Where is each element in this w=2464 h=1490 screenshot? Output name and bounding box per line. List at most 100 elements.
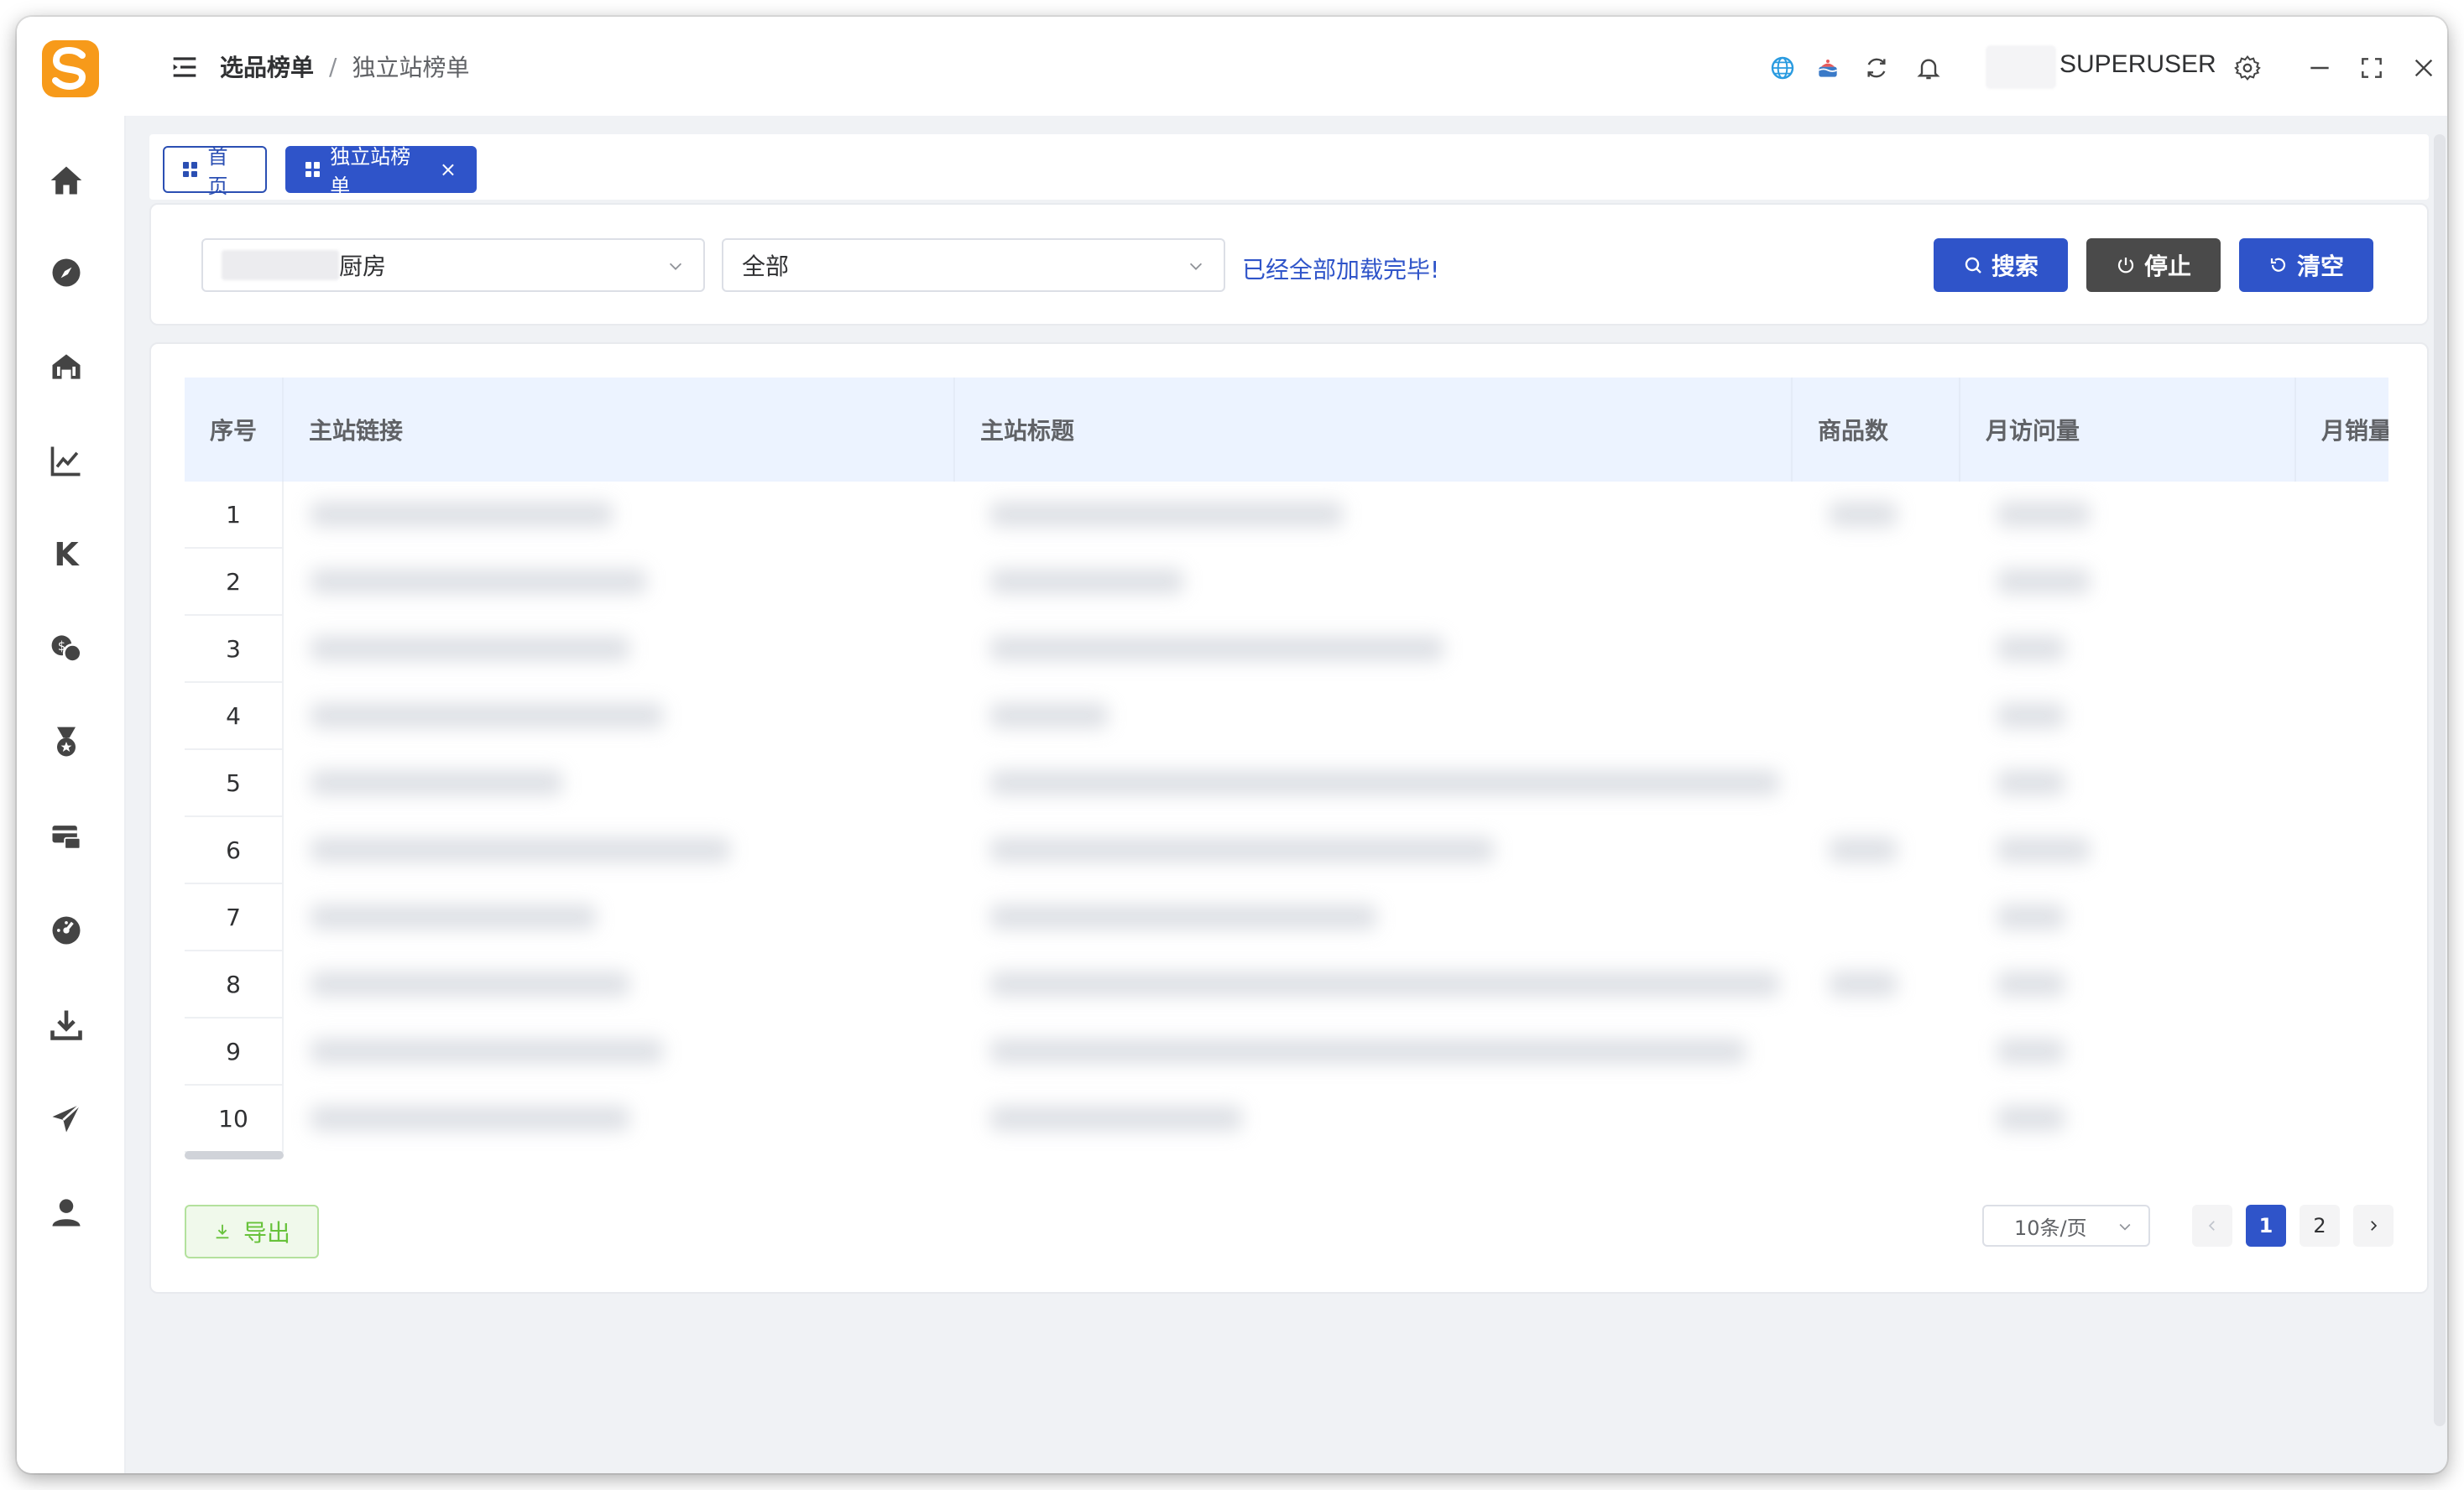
table-row[interactable]: 8 xyxy=(185,951,2388,1019)
breadcrumb-parent[interactable]: 选品榜单 xyxy=(220,49,314,83)
download-icon xyxy=(216,1224,229,1239)
prev-page-button[interactable] xyxy=(2192,1205,2232,1247)
blurred-cell xyxy=(1997,569,2090,594)
row-index: 8 xyxy=(185,951,284,1019)
chevron-left-icon xyxy=(2208,1221,2215,1231)
blurred-cell xyxy=(1997,904,2065,930)
table-row[interactable]: 2 xyxy=(185,549,2388,616)
grid-icon xyxy=(305,162,321,177)
close-icon[interactable] xyxy=(2405,49,2442,86)
blurred-cell xyxy=(990,569,1183,594)
bell-icon[interactable] xyxy=(1910,49,1947,86)
column-header-monthly-sales[interactable]: 月销量 xyxy=(2296,378,2388,482)
row-index: 4 xyxy=(185,683,284,750)
k-icon[interactable]: K xyxy=(45,534,87,576)
table-row[interactable]: 5 xyxy=(185,750,2388,817)
category-select[interactable]: 厨房 xyxy=(201,238,705,292)
send-icon[interactable] xyxy=(45,1097,87,1139)
row-index: 3 xyxy=(185,616,284,683)
scope-select[interactable]: 全部 xyxy=(722,238,1225,292)
compass-icon[interactable] xyxy=(45,252,87,294)
next-page-button[interactable] xyxy=(2353,1205,2394,1247)
settings-gear-icon[interactable] xyxy=(2229,49,2266,86)
grid-icon xyxy=(183,162,198,177)
search-button-label: 搜索 xyxy=(1991,253,2039,280)
page-button-2[interactable]: 2 xyxy=(2300,1205,2340,1247)
top-header: 选品榜单 / 独立站榜单 SUPERUSER xyxy=(124,17,2447,116)
blurred-cell xyxy=(1997,837,2090,862)
blurred-cell xyxy=(311,636,629,661)
medal-icon[interactable] xyxy=(45,722,87,763)
row-index: 7 xyxy=(185,884,284,951)
table-row[interactable]: 9 xyxy=(185,1019,2388,1086)
minimize-icon[interactable] xyxy=(2301,49,2338,86)
blurred-cell xyxy=(990,502,1343,527)
app-window: K $ 选品榜单 / 独立站榜单 SUPERUSER 首页 独立站榜单 × 厨房… xyxy=(17,17,2447,1473)
dashboard-icon[interactable] xyxy=(45,909,87,951)
clear-button[interactable]: 清空 xyxy=(2239,238,2373,292)
power-icon xyxy=(2117,258,2134,274)
blurred-cell xyxy=(1997,770,2065,795)
app-logo xyxy=(42,40,99,97)
tab-home[interactable]: 首页 xyxy=(163,145,267,198)
shop-icon[interactable] xyxy=(45,346,87,388)
export-button-label: 导出 xyxy=(243,1219,290,1247)
row-index: 1 xyxy=(185,482,284,549)
gift-cake-icon[interactable] xyxy=(1809,49,1846,86)
breadcrumb-current: 独立站榜单 xyxy=(352,54,470,81)
load-status-message: 已经全部加载完毕! xyxy=(1242,256,1440,284)
blurred-cell xyxy=(1997,502,2090,527)
vertical-scrollbar[interactable] xyxy=(2434,134,2446,1426)
column-header-site-title[interactable]: 主站标题 xyxy=(955,378,1793,482)
page-button-1[interactable]: 1 xyxy=(2246,1205,2286,1247)
blurred-cell xyxy=(1997,636,2065,661)
clear-button-label: 清空 xyxy=(2296,253,2344,280)
table-row[interactable]: 7 xyxy=(185,884,2388,951)
blurred-cell xyxy=(1830,502,1897,527)
redacted-prefix xyxy=(222,250,339,280)
table-row[interactable]: 4 xyxy=(185,683,2388,750)
search-button[interactable]: 搜索 xyxy=(1934,238,2068,292)
globe-icon[interactable] xyxy=(1764,49,1801,86)
filter-card: 厨房 全部 已经全部加载完毕! 搜索 停止 清空 xyxy=(149,203,2429,326)
username-label[interactable]: SUPERUSER xyxy=(2059,50,2216,79)
table-row[interactable]: 6 xyxy=(185,817,2388,884)
download-icon[interactable] xyxy=(45,1003,87,1045)
table-row[interactable]: 3 xyxy=(185,616,2388,683)
home-icon[interactable] xyxy=(45,159,87,201)
tab-close-icon[interactable]: × xyxy=(440,159,457,180)
table-row[interactable]: 1 xyxy=(185,482,2388,549)
table-row[interactable]: 10 xyxy=(185,1086,2388,1153)
avatar[interactable] xyxy=(1986,45,2056,89)
column-header-site-url[interactable]: 主站链接 xyxy=(284,378,955,482)
chat-money-icon[interactable]: $ xyxy=(45,628,87,669)
stop-button[interactable]: 停止 xyxy=(2086,238,2221,292)
chart-line-icon[interactable] xyxy=(45,440,87,482)
reset-icon xyxy=(2270,258,2286,272)
chevron-down-icon xyxy=(2119,1223,2131,1231)
truck-card-icon[interactable] xyxy=(45,815,87,857)
user-icon[interactable] xyxy=(45,1191,87,1233)
refresh-icon[interactable] xyxy=(1858,49,1895,86)
blurred-cell xyxy=(1997,1106,2065,1131)
blurred-cell xyxy=(311,569,646,594)
scope-select-value: 全部 xyxy=(742,253,790,280)
column-header-product-count[interactable]: 商品数 xyxy=(1793,378,1960,482)
row-index: 2 xyxy=(185,549,284,616)
row-index: 9 xyxy=(185,1019,284,1086)
chevron-down-icon xyxy=(669,263,682,270)
page-size-value: 10条/页 xyxy=(2014,1216,2087,1240)
blurred-cell xyxy=(311,770,562,795)
window-controls xyxy=(2229,49,2442,87)
chevron-right-icon xyxy=(2371,1221,2378,1231)
column-header-index[interactable]: 序号 xyxy=(185,378,284,482)
horizontal-scrollbar[interactable] xyxy=(185,1151,284,1159)
menu-toggle-icon[interactable] xyxy=(168,50,201,84)
blurred-cell xyxy=(990,972,1779,997)
column-header-monthly-visits[interactable]: 月访问量 xyxy=(1960,378,2296,482)
page-size-select[interactable]: 10条/页 xyxy=(1982,1205,2150,1247)
tab-independent-site[interactable]: 独立站榜单 × xyxy=(285,145,477,198)
blurred-cell xyxy=(990,703,1108,728)
fullscreen-icon[interactable] xyxy=(2353,49,2390,86)
export-button[interactable]: 导出 xyxy=(185,1205,319,1258)
